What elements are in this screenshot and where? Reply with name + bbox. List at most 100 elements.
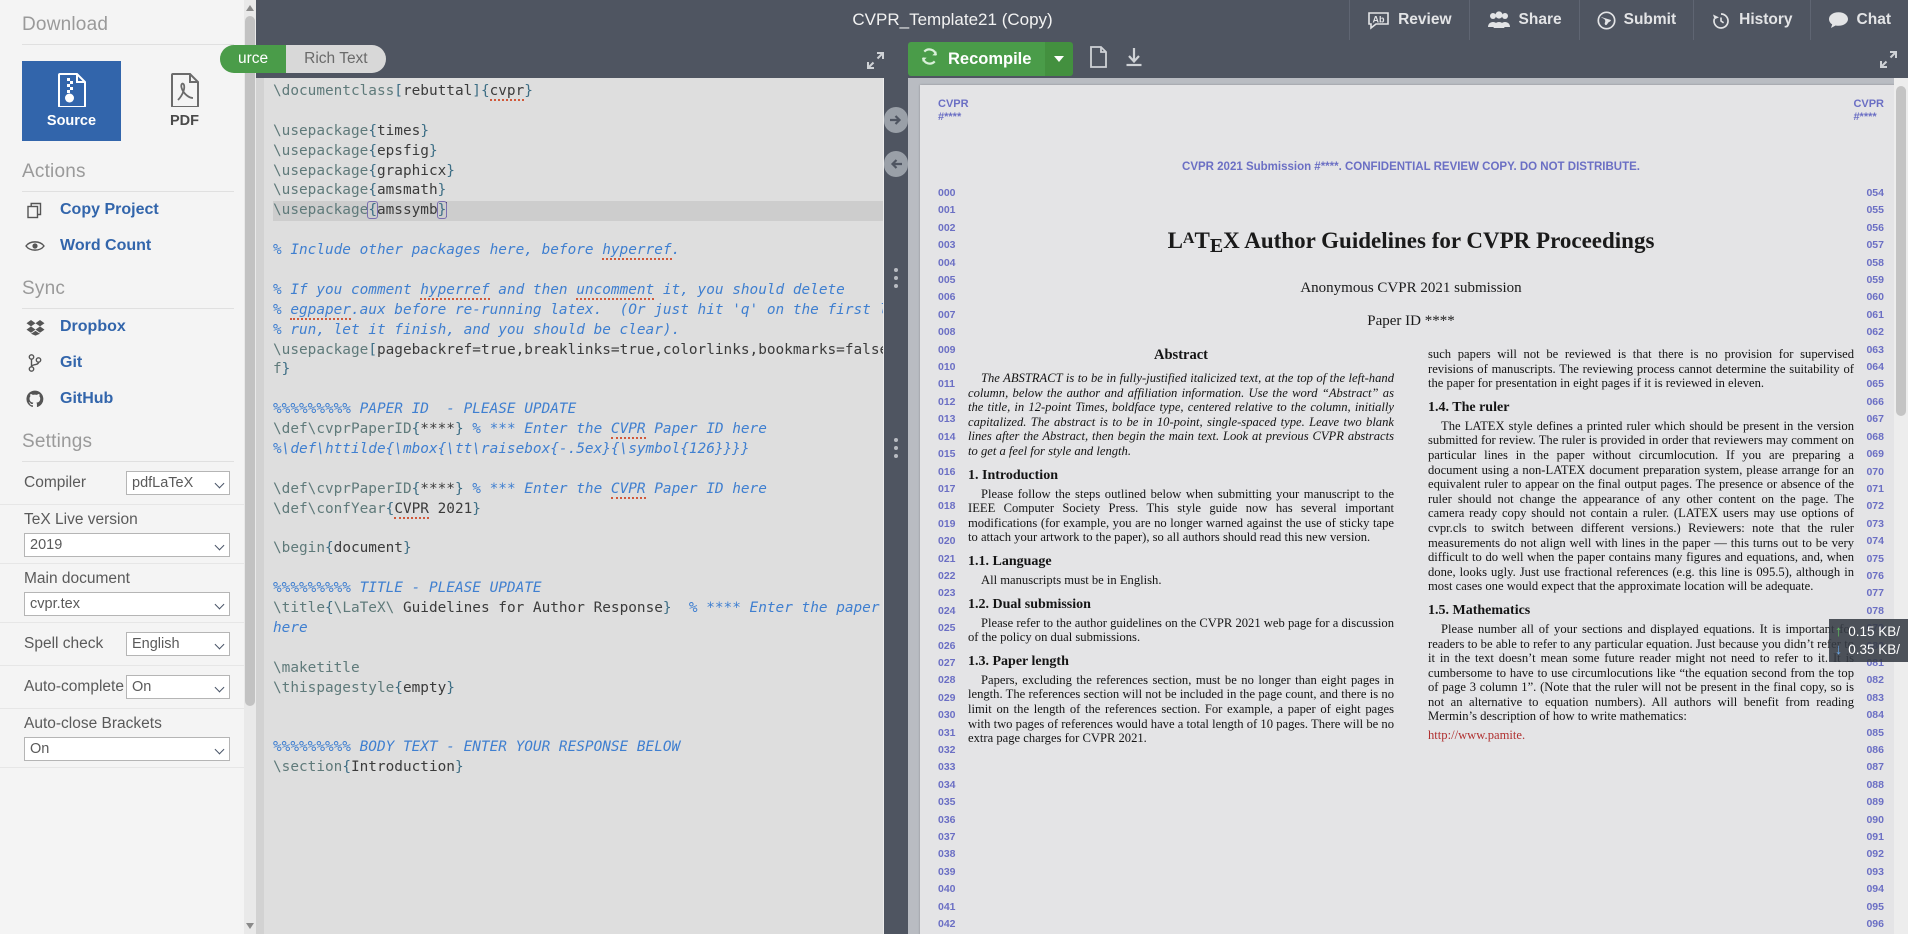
code-line: \def\cvprPaperID{****} % *** Enter the C… — [273, 421, 767, 440]
code-line: \thispagestyle{empty} — [273, 679, 455, 696]
left-sidebar: Download Source PDF Actions Copy Project… — [0, 0, 256, 934]
settings-section-title: Settings — [22, 431, 93, 452]
action-word-count-label: Word Count — [60, 237, 152, 254]
sidebar-scroll-thumb[interactable] — [245, 16, 255, 706]
refresh-icon — [920, 47, 939, 71]
pane-splitter[interactable] — [884, 40, 908, 934]
scroll-down-arrow-icon[interactable] — [246, 923, 254, 929]
header-buttons: Ab Review Share Submit History Chat — [1349, 0, 1908, 40]
pdf-scrollbar[interactable] — [1894, 78, 1908, 934]
arrow-right-circle-icon — [890, 115, 902, 125]
editor-tabbar: urce Rich Text — [220, 40, 897, 78]
setting-spell-check-label: Spell check — [24, 635, 104, 652]
sync-dropbox[interactable]: Dropbox — [0, 309, 256, 345]
scroll-up-arrow-icon[interactable] — [246, 5, 254, 11]
download-speed-value: 0.35 KB/ — [1848, 642, 1900, 657]
paper-title: LATEX Author Guidelines for CVPR Proceed… — [1167, 228, 1655, 257]
code-line: %\def\httilde{\mbox{\tt\raisebox{-.5ex}{… — [273, 441, 750, 458]
action-copy-project[interactable]: Copy Project — [0, 192, 256, 228]
tab-source[interactable]: urce — [220, 45, 287, 73]
pdf-file-view-icon[interactable] — [1089, 45, 1108, 73]
top-header: CVPR_Template21 (Copy) Ab Review Share S… — [256, 0, 1908, 40]
setting-compiler-select[interactable]: pdfLaTeX — [126, 471, 230, 495]
sync-git[interactable]: Git — [0, 345, 256, 381]
submit-button[interactable]: Submit — [1578, 0, 1694, 40]
code-editor[interactable]: \documentclass[rebuttal]{cvpr} \usepacka… — [256, 78, 897, 934]
paper-id-line: Paper ID **** — [1367, 313, 1455, 329]
code-line: \usepackage{times} — [273, 122, 429, 139]
arrow-up-icon: ↑ — [1834, 623, 1843, 640]
sync-github[interactable]: GitHub — [0, 381, 256, 417]
setting-auto-complete-select[interactable]: On — [126, 675, 230, 699]
corner-right-conf: CVPR — [1853, 98, 1884, 110]
setting-spell-check: Spell check English — [0, 623, 256, 666]
pdf-page-viewport[interactable]: CVPR #**** CVPR #**** CVPR 2021 Submissi… — [908, 78, 1908, 934]
setting-auto-close-brackets: Auto-close Brackets On — [0, 709, 256, 768]
download-section-title: Download — [22, 14, 109, 35]
recompile-options-dropdown[interactable] — [1045, 42, 1074, 76]
sync-to-pdf-button[interactable] — [884, 107, 908, 133]
paper-right-column: such papers will not be reviewed is that… — [1428, 347, 1854, 750]
splitter-grip[interactable] — [894, 268, 898, 288]
action-word-count[interactable]: Word Count — [0, 228, 256, 264]
svg-text:Ab: Ab — [1373, 14, 1385, 24]
review-button-label: Review — [1398, 11, 1452, 28]
sync-to-code-button[interactable] — [884, 151, 908, 177]
download-source-button[interactable]: Source — [22, 61, 121, 141]
section-link[interactable]: http://www.pamite. — [1428, 728, 1854, 743]
paper-subtitle: Anonymous CVPR 2021 submission — [1300, 280, 1522, 296]
code-text[interactable]: \documentclass[rebuttal]{cvpr} \usepacka… — [264, 78, 897, 934]
history-button[interactable]: History — [1693, 0, 1809, 40]
page-corner-right: CVPR #**** — [1853, 98, 1884, 124]
chat-button[interactable]: Chat — [1809, 0, 1908, 40]
editor-pane: urce Rich Text \documentclass[rebuttal]{… — [220, 40, 897, 934]
download-pdf-button[interactable]: PDF — [135, 61, 234, 141]
tab-rich-text[interactable]: Rich Text — [286, 45, 385, 73]
section-body: The LATEX style defines a printed ruler … — [1428, 418, 1854, 594]
sync-git-label: Git — [60, 354, 83, 371]
actions-section-title: Actions — [22, 161, 86, 182]
setting-auto-close-brackets-select[interactable]: On — [24, 737, 230, 761]
section-body: Please refer to the author guidelines on… — [968, 615, 1394, 645]
section-heading: 1.5. Mathematics — [1428, 602, 1531, 618]
history-button-label: History — [1739, 11, 1793, 28]
splitter-grip[interactable] — [894, 438, 898, 458]
section-heading: 1.2. Dual submission — [968, 596, 1091, 612]
setting-compiler-label: Compiler — [24, 474, 87, 491]
setting-texlive-select[interactable]: 2019 — [24, 533, 230, 557]
sidebar-scrollbar[interactable] — [244, 0, 256, 934]
setting-main-document-label: Main document — [24, 570, 130, 587]
code-line: \def\confYear{CVPR 2021} — [273, 500, 481, 519]
code-line: % egpaper.aux before re-running latex. (… — [273, 301, 897, 320]
ruler-left: 000 001 002 003 004 005 006 007 008 009 010 011 012 0… — [938, 187, 956, 931]
copy-icon — [24, 202, 46, 219]
action-copy-project-label: Copy Project — [60, 201, 159, 218]
setting-main-document-select[interactable]: cvpr.tex — [24, 592, 230, 616]
corner-right-id: #**** — [1853, 111, 1877, 123]
globe-icon — [1597, 10, 1616, 30]
share-button[interactable]: Share — [1468, 0, 1579, 40]
setting-auto-complete-label: Auto-complete — [24, 678, 124, 695]
code-line: f} — [273, 361, 291, 378]
code-line-active: \usepackage{amssymb} — [273, 201, 897, 222]
code-line: %%%%%%%%% TITLE - PLEASE UPDATE — [273, 580, 542, 597]
review-button[interactable]: Ab Review — [1349, 0, 1468, 40]
code-line: \begin{document} — [273, 540, 412, 557]
code-line: \usepackage{graphicx} — [273, 162, 455, 179]
recompile-button[interactable]: Recompile — [908, 42, 1046, 76]
pdf-scroll-thumb[interactable] — [1896, 86, 1906, 416]
code-line: \title{\LaTeX\ Guidelines for Author Res… — [273, 600, 897, 617]
abstract-heading: Abstract — [1154, 347, 1208, 363]
pdf-expand-icon[interactable] — [1879, 50, 1898, 74]
people-icon — [1487, 11, 1511, 29]
download-arrow-icon[interactable] — [1124, 46, 1144, 73]
editor-expand-icon[interactable] — [866, 51, 885, 75]
code-line: % If you comment hyperref and then uncom… — [273, 281, 845, 300]
setting-spell-check-select[interactable]: English — [126, 632, 230, 656]
share-button-label: Share — [1518, 11, 1562, 28]
